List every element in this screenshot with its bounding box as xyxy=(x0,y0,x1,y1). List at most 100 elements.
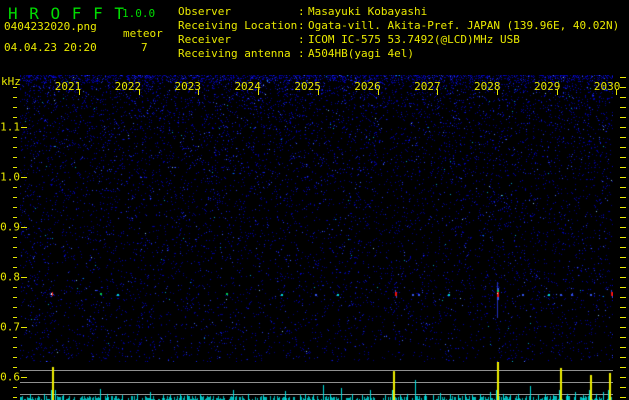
freq-minor-tick xyxy=(13,107,17,108)
freq-minor-tick xyxy=(13,257,17,258)
time-axis-tick xyxy=(437,89,439,95)
time-axis-tick xyxy=(258,89,260,95)
time-axis-tick xyxy=(138,89,140,95)
right-axis-tick xyxy=(620,187,626,188)
time-axis-tick xyxy=(496,89,498,95)
right-axis-tick xyxy=(620,87,626,88)
freq-axis-label: 1.1 xyxy=(0,120,20,134)
info-colon: : xyxy=(298,5,305,18)
right-axis-tick xyxy=(620,317,626,318)
freq-minor-tick xyxy=(13,297,17,298)
freq-axis-label: 0.7 xyxy=(0,320,20,334)
right-axis-tick xyxy=(620,247,626,248)
info-label: Receiving antenna xyxy=(178,47,291,60)
freq-minor-tick xyxy=(13,387,17,388)
info-value: ICOM IC-575 53.7492(@LCD)MHz USB xyxy=(308,33,520,46)
freq-minor-tick xyxy=(13,287,17,288)
freq-minor-tick xyxy=(13,187,17,188)
freq-minor-tick xyxy=(13,137,17,138)
freq-major-tick xyxy=(21,227,27,228)
output-filename: 0404232020.png xyxy=(4,20,97,33)
info-row: Receiver: ICOM IC-575 53.7492(@LCD)MHz US… xyxy=(178,33,619,47)
right-axis-tick xyxy=(620,127,626,128)
right-axis-tick xyxy=(620,227,626,228)
freq-minor-tick xyxy=(13,357,17,358)
right-axis-tick xyxy=(620,217,626,218)
time-axis-tick xyxy=(79,89,80,95)
amplitude-graph-canvas xyxy=(20,362,613,400)
right-axis-tick xyxy=(620,267,626,268)
right-axis-tick xyxy=(620,307,626,308)
right-axis-tick xyxy=(620,197,626,198)
info-value: Ogata-vill. Akita-Pref. JAPAN (139.96E, … xyxy=(308,19,620,32)
info-colon: : xyxy=(298,19,305,32)
right-axis-tick xyxy=(620,107,626,108)
info-label: Receiving Location xyxy=(178,19,298,32)
right-axis-tick xyxy=(620,297,626,298)
right-axis-tick xyxy=(620,157,626,158)
time-axis-label: 2021 xyxy=(54,80,82,93)
freq-minor-tick xyxy=(13,167,17,168)
right-axis-tick xyxy=(620,147,626,148)
right-axis-tick xyxy=(620,337,626,338)
station-info-table: Observer: Masayuki Kobayashi Receiving Loc… xyxy=(178,5,619,61)
freq-minor-tick xyxy=(13,197,17,198)
freq-minor-tick xyxy=(13,87,17,88)
freq-axis-label: 0.6 xyxy=(0,370,20,384)
freq-minor-tick xyxy=(13,157,17,158)
info-label: Receiver xyxy=(178,33,231,46)
hrofft-output-image: H R O F F T 1.0.0 0404232020.png meteor … xyxy=(0,0,629,400)
freq-minor-tick xyxy=(13,117,17,118)
info-row: Observer: Masayuki Kobayashi xyxy=(178,5,619,19)
time-axis-tick xyxy=(616,89,618,95)
right-axis-tick xyxy=(620,117,626,118)
info-row: Receiving Location: Ogata-vill. Akita-Pre… xyxy=(178,19,619,33)
app-version: 1.0.0 xyxy=(122,7,156,20)
right-axis-tick xyxy=(620,207,626,208)
right-axis-tick xyxy=(620,177,626,178)
time-axis-tick xyxy=(317,89,319,95)
right-axis-tick xyxy=(620,347,626,348)
freq-minor-tick xyxy=(13,247,17,248)
freq-minor-tick xyxy=(13,337,17,338)
spectrogram-canvas xyxy=(20,75,613,362)
info-colon: : xyxy=(298,33,305,46)
info-row: Receiving antenna: A504HB(yagi 4el) xyxy=(178,47,619,61)
freq-minor-tick xyxy=(13,267,17,268)
right-axis-tick xyxy=(620,97,626,98)
freq-minor-tick xyxy=(13,237,17,238)
info-label: Observer xyxy=(178,5,231,18)
time-axis-tick xyxy=(198,89,200,95)
right-axis-tick xyxy=(620,287,626,288)
meteor-echo-count: 7 xyxy=(141,41,148,54)
info-value: A504HB(yagi 4el) xyxy=(308,47,414,60)
freq-major-tick xyxy=(21,177,27,178)
right-axis-tick xyxy=(620,257,626,258)
observation-mode: meteor xyxy=(123,27,163,40)
freq-minor-tick xyxy=(13,347,17,348)
right-axis-tick xyxy=(620,397,626,398)
info-colon: : xyxy=(298,47,305,60)
right-axis-tick xyxy=(620,387,626,388)
freq-major-tick xyxy=(21,277,27,278)
right-axis-tick xyxy=(620,277,626,278)
freq-minor-tick xyxy=(13,207,17,208)
freq-minor-tick xyxy=(13,147,17,148)
freq-major-tick xyxy=(21,327,27,328)
freq-major-tick xyxy=(21,377,27,378)
time-axis-tick xyxy=(556,89,558,95)
right-axis-tick xyxy=(620,327,626,328)
right-axis-tick xyxy=(620,167,626,168)
right-axis-tick xyxy=(620,377,626,378)
right-axis-tick xyxy=(620,137,626,138)
freq-minor-tick xyxy=(13,217,17,218)
observation-datetime: 04.04.23 20:20 xyxy=(4,41,97,54)
freq-minor-tick xyxy=(13,367,17,368)
right-axis-tick xyxy=(620,357,626,358)
info-value: Masayuki Kobayashi xyxy=(308,5,428,18)
right-axis-tick xyxy=(620,237,626,238)
time-axis-label: 2022 xyxy=(114,80,142,93)
freq-major-tick xyxy=(21,127,27,128)
freq-axis-unit-label: kHz xyxy=(1,75,21,88)
freq-axis-label: 1.0 xyxy=(0,170,20,184)
